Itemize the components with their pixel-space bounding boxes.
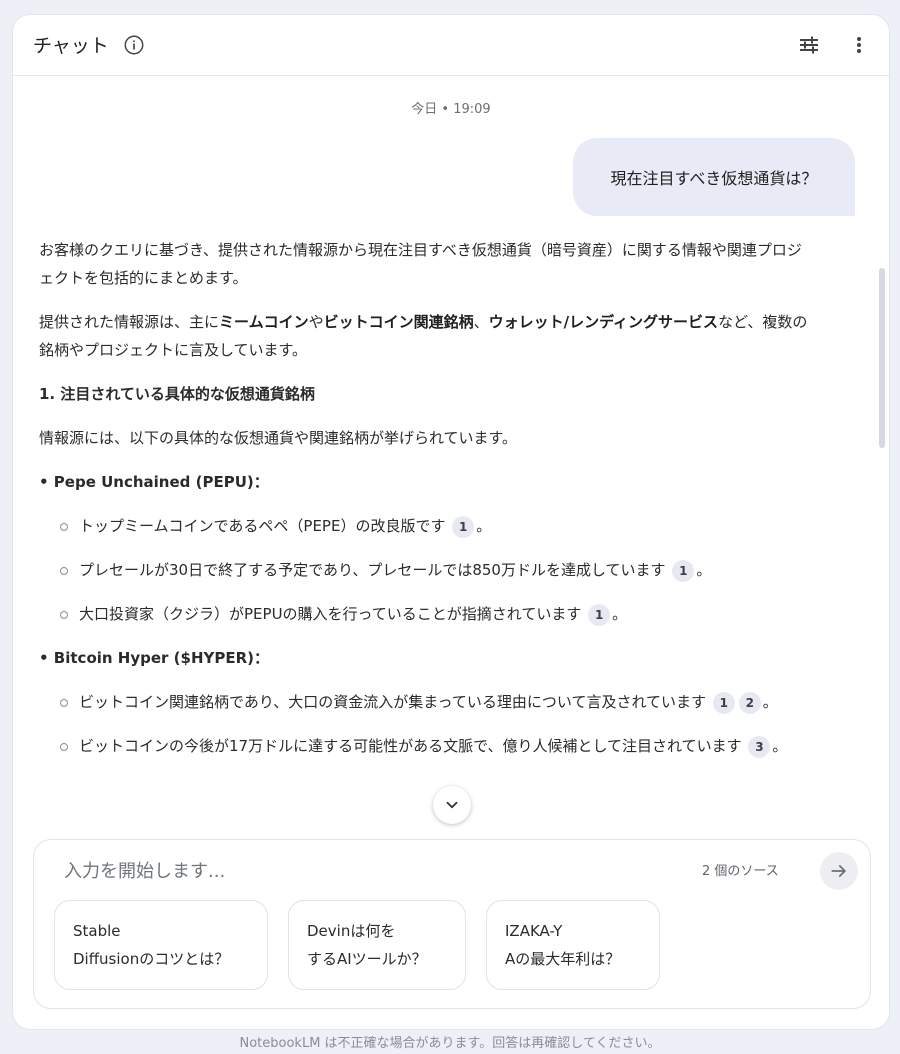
- suggestion-chip[interactable]: IZAKA-Y Aの最大年利は？: [486, 900, 660, 990]
- more-vert-icon[interactable]: [849, 33, 869, 57]
- emphasis-wallet: ウォレット/レンディングサービス: [488, 313, 719, 331]
- source-count: 2 個のソース: [702, 864, 779, 879]
- citation-chip[interactable]: 2: [738, 691, 761, 714]
- disclaimer: NotebookLM は不正確な場合があります。回答は再確認してください。: [239, 1036, 661, 1051]
- section-heading: 1. 注目されている具体的な仮想通貨銘柄: [39, 385, 315, 403]
- tune-icon[interactable]: [797, 33, 821, 57]
- citation-chip[interactable]: 1: [712, 691, 735, 714]
- page-title: チャット: [33, 35, 109, 57]
- scrollbar[interactable]: [879, 268, 885, 448]
- citation-chip[interactable]: 1: [588, 603, 611, 626]
- sub-bullet: ビットコインの今後が17万ドルに達する可能性がある文脈で、億り人候補として注目さ…: [39, 732, 809, 760]
- emphasis-bitcoin: ビットコイン関連銘柄: [323, 313, 474, 331]
- chat-input[interactable]: [62, 854, 666, 888]
- response-intro: お客様のクエリに基づき、提供された情報源から現在注目すべき仮想通貨（暗号資産）に…: [39, 241, 802, 287]
- response-paragraph: 提供された情報源は、主にミームコインやビットコイン関連銘柄、ウォレット/レンディ…: [39, 313, 808, 359]
- info-icon[interactable]: [123, 34, 145, 56]
- composer: 2 個のソース Stable Diffusionのコツとは？ Devinは何を …: [33, 839, 871, 1009]
- sub-bullet: トップミームコインであるペペ（PEPE）の改良版です 1。: [39, 512, 809, 540]
- bullet-hyper: • Bitcoin Hyper ($HYPER)：: [39, 649, 270, 667]
- arrow-right-icon: [831, 865, 846, 877]
- sub-bullet: ビットコイン関連銘柄であり、大口の資金流入が集まっている理由について言及されてい…: [39, 688, 809, 716]
- citation-chip[interactable]: 1: [672, 559, 695, 582]
- scroll-down-button[interactable]: [433, 786, 471, 824]
- citation-chip[interactable]: 1: [452, 515, 475, 538]
- chevron-down-icon: [446, 801, 458, 809]
- user-message-bubble: 現在注目すべき仮想通貨は？: [573, 138, 855, 216]
- emphasis-memecoin: ミームコイン: [219, 313, 309, 331]
- bullet-pepu: • Pepe Unchained (PEPU)：: [39, 473, 269, 491]
- chat-header: チャット: [13, 15, 889, 76]
- sub-bullet: プレセールが30日で終了する予定であり、プレセールでは850万ドルを達成していま…: [39, 556, 809, 584]
- send-button[interactable]: [820, 852, 858, 890]
- sub-bullet: 大口投資家（クジラ）がPEPUの購入を行っていることが指摘されています 1。: [39, 600, 809, 628]
- section-intro: 情報源には、以下の具体的な仮想通貨や関連銘柄が挙げられています。: [39, 429, 518, 447]
- citation-chip[interactable]: 3: [748, 735, 771, 758]
- assistant-response: お客様のクエリに基づき、提供された情報源から現在注目すべき仮想通貨（暗号資産）に…: [39, 236, 809, 776]
- suggestion-chip[interactable]: Stable Diffusionのコツとは？: [54, 900, 268, 990]
- suggestion-chip[interactable]: Devinは何を するAIツールか？: [288, 900, 466, 990]
- chat-panel: チャット 今日 • 19:09 現在注目すべき仮想通貨は？ お客様のクエリに基づ…: [12, 14, 890, 1030]
- chat-area: 今日 • 19:09 現在注目すべき仮想通貨は？ お客様のクエリに基づき、提供さ…: [13, 76, 889, 836]
- message-timestamp: 今日 • 19:09: [411, 102, 491, 117]
